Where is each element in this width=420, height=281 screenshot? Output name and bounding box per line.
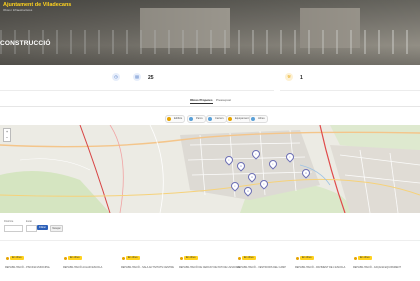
status-badge: En obres xyxy=(242,256,256,260)
filter-bar: Districte Estat Filtrar Netejar xyxy=(0,216,420,238)
legend-label: Edificis xyxy=(174,117,183,120)
project-name: REHABILITACIÓ - VESTIDORS DEL CAMP xyxy=(237,266,286,269)
status-dot xyxy=(64,256,67,260)
legend-dot xyxy=(189,117,193,121)
map-view[interactable]: + − i ii i ii i i i ii i ii xyxy=(0,125,420,213)
marker-glyph: i xyxy=(289,155,291,159)
legend-item[interactable]: Parcs xyxy=(187,115,206,123)
reset-filter-button[interactable]: Netejar xyxy=(50,225,63,232)
stat-card: ◷ xyxy=(0,66,138,91)
project-name: REHABILITACIÓ - PISCINA MUNICIPAL xyxy=(5,266,51,269)
map-tiles xyxy=(0,125,420,213)
list-item[interactable]: En obres REHABILITACIÓ AULARI ESCOLA xyxy=(63,256,128,278)
project-name: REHABILITACIÓ - FAÇANA EQUIPAMENT xyxy=(353,266,401,269)
marker-glyph: ii xyxy=(247,189,249,193)
status-badge: En obres xyxy=(300,256,314,260)
hero-shade xyxy=(0,0,420,65)
legend-dot xyxy=(228,117,232,121)
legend-item[interactable]: Carrers xyxy=(206,115,227,123)
tab-obres-properes[interactable]: Obres Properes xyxy=(190,98,213,104)
legend-dot xyxy=(167,117,171,121)
marker-glyph: i xyxy=(255,152,257,156)
tab-bar: Obres Properes Pressupost xyxy=(0,96,420,107)
project-name: REHABILITACIÓ - SALA ACTIVITATS CENTRE xyxy=(121,266,174,269)
stat-value: 1 xyxy=(300,75,303,81)
status-dot xyxy=(238,256,241,260)
marker-glyph: i xyxy=(263,182,265,186)
status-dot xyxy=(296,256,299,260)
hero-banner: Ajuntament de Viladecans Obres i Infraes… xyxy=(0,0,420,65)
tools-icon: ⚒ xyxy=(285,73,293,81)
project-name: REHABILITACIÓ DE CERCAT DE PATI DE L'ESC… xyxy=(179,266,240,269)
stat-card: ▤ 25 xyxy=(128,66,274,91)
project-name: REHABILITACIÓ - PAVIMENT DE L'ESCOLA xyxy=(295,266,346,269)
status-dot xyxy=(180,256,183,260)
status-badge: En obres xyxy=(68,256,82,260)
marker-glyph: ii xyxy=(240,164,242,168)
marker-glyph: i xyxy=(272,162,274,166)
tab-pressupost[interactable]: Pressupost xyxy=(216,98,231,102)
status-dot xyxy=(6,256,9,260)
status-dot xyxy=(354,256,357,260)
map-legend: Edificis Parcs Carrers Equipaments Altre… xyxy=(0,115,420,123)
zoom-out-button[interactable]: − xyxy=(4,135,10,141)
list-item[interactable]: En obres REHABILITACIÓ - PISCINA MUNICIPA… xyxy=(5,256,70,278)
legend-dot xyxy=(208,117,212,121)
page-title: CONSTRUCCIÓ xyxy=(0,40,51,47)
stat-value: 25 xyxy=(148,75,154,81)
district-select[interactable] xyxy=(4,225,23,232)
legend-dot xyxy=(251,117,255,121)
legend-item[interactable]: Edificis xyxy=(165,115,186,123)
list-item[interactable]: En obres REHABILITACIÓ DE CERCAT DE PATI … xyxy=(179,256,244,278)
status-badge: En obres xyxy=(184,256,198,260)
filter-label: Estat xyxy=(26,220,32,223)
legend-label: Equipaments xyxy=(235,117,251,120)
list-item[interactable]: En obres REHABILITACIÓ - SALA ACTIVITATS … xyxy=(121,256,186,278)
clock-icon: ◷ xyxy=(112,73,120,81)
list-item[interactable]: En obres REHABILITACIÓ - VESTIDORS DEL CA… xyxy=(237,256,302,278)
filter-label: Districte xyxy=(4,220,14,223)
list-item[interactable]: En obres REHABILITACIÓ - FAÇANA EQUIPAMEN… xyxy=(353,256,418,278)
status-select[interactable] xyxy=(26,225,37,232)
stats-bar: ◷ ▤ 25 ⚒ 1 xyxy=(0,66,420,92)
status-badge: En obres xyxy=(358,256,372,260)
list-item[interactable]: En obres REHABILITACIÓ - PAVIMENT DE L'ES… xyxy=(295,256,360,278)
status-dot xyxy=(122,256,125,260)
legend-item[interactable]: Altres xyxy=(249,115,268,123)
marker-glyph: i xyxy=(228,158,230,162)
legend-label: Altres xyxy=(258,117,265,120)
legend-label: Parcs xyxy=(196,117,203,120)
marker-glyph: ii xyxy=(305,171,307,175)
marker-glyph: ii xyxy=(251,175,253,179)
status-badge: En obres xyxy=(126,256,140,260)
legend-label: Carrers xyxy=(215,117,224,120)
apply-filter-button[interactable]: Filtrar xyxy=(37,225,48,230)
status-badge: En obres xyxy=(10,256,24,260)
zoom-control[interactable]: + − xyxy=(3,128,11,142)
project-list: En obres REHABILITACIÓ - PISCINA MUNICIPA… xyxy=(0,240,420,281)
project-name: REHABILITACIÓ AULARI ESCOLA xyxy=(63,266,103,269)
org-subtitle: Obres i Infraestructures xyxy=(3,8,33,12)
layers-icon: ▤ xyxy=(133,73,141,81)
marker-glyph: i xyxy=(234,184,236,188)
stat-card: ⚒ 1 xyxy=(280,66,420,91)
